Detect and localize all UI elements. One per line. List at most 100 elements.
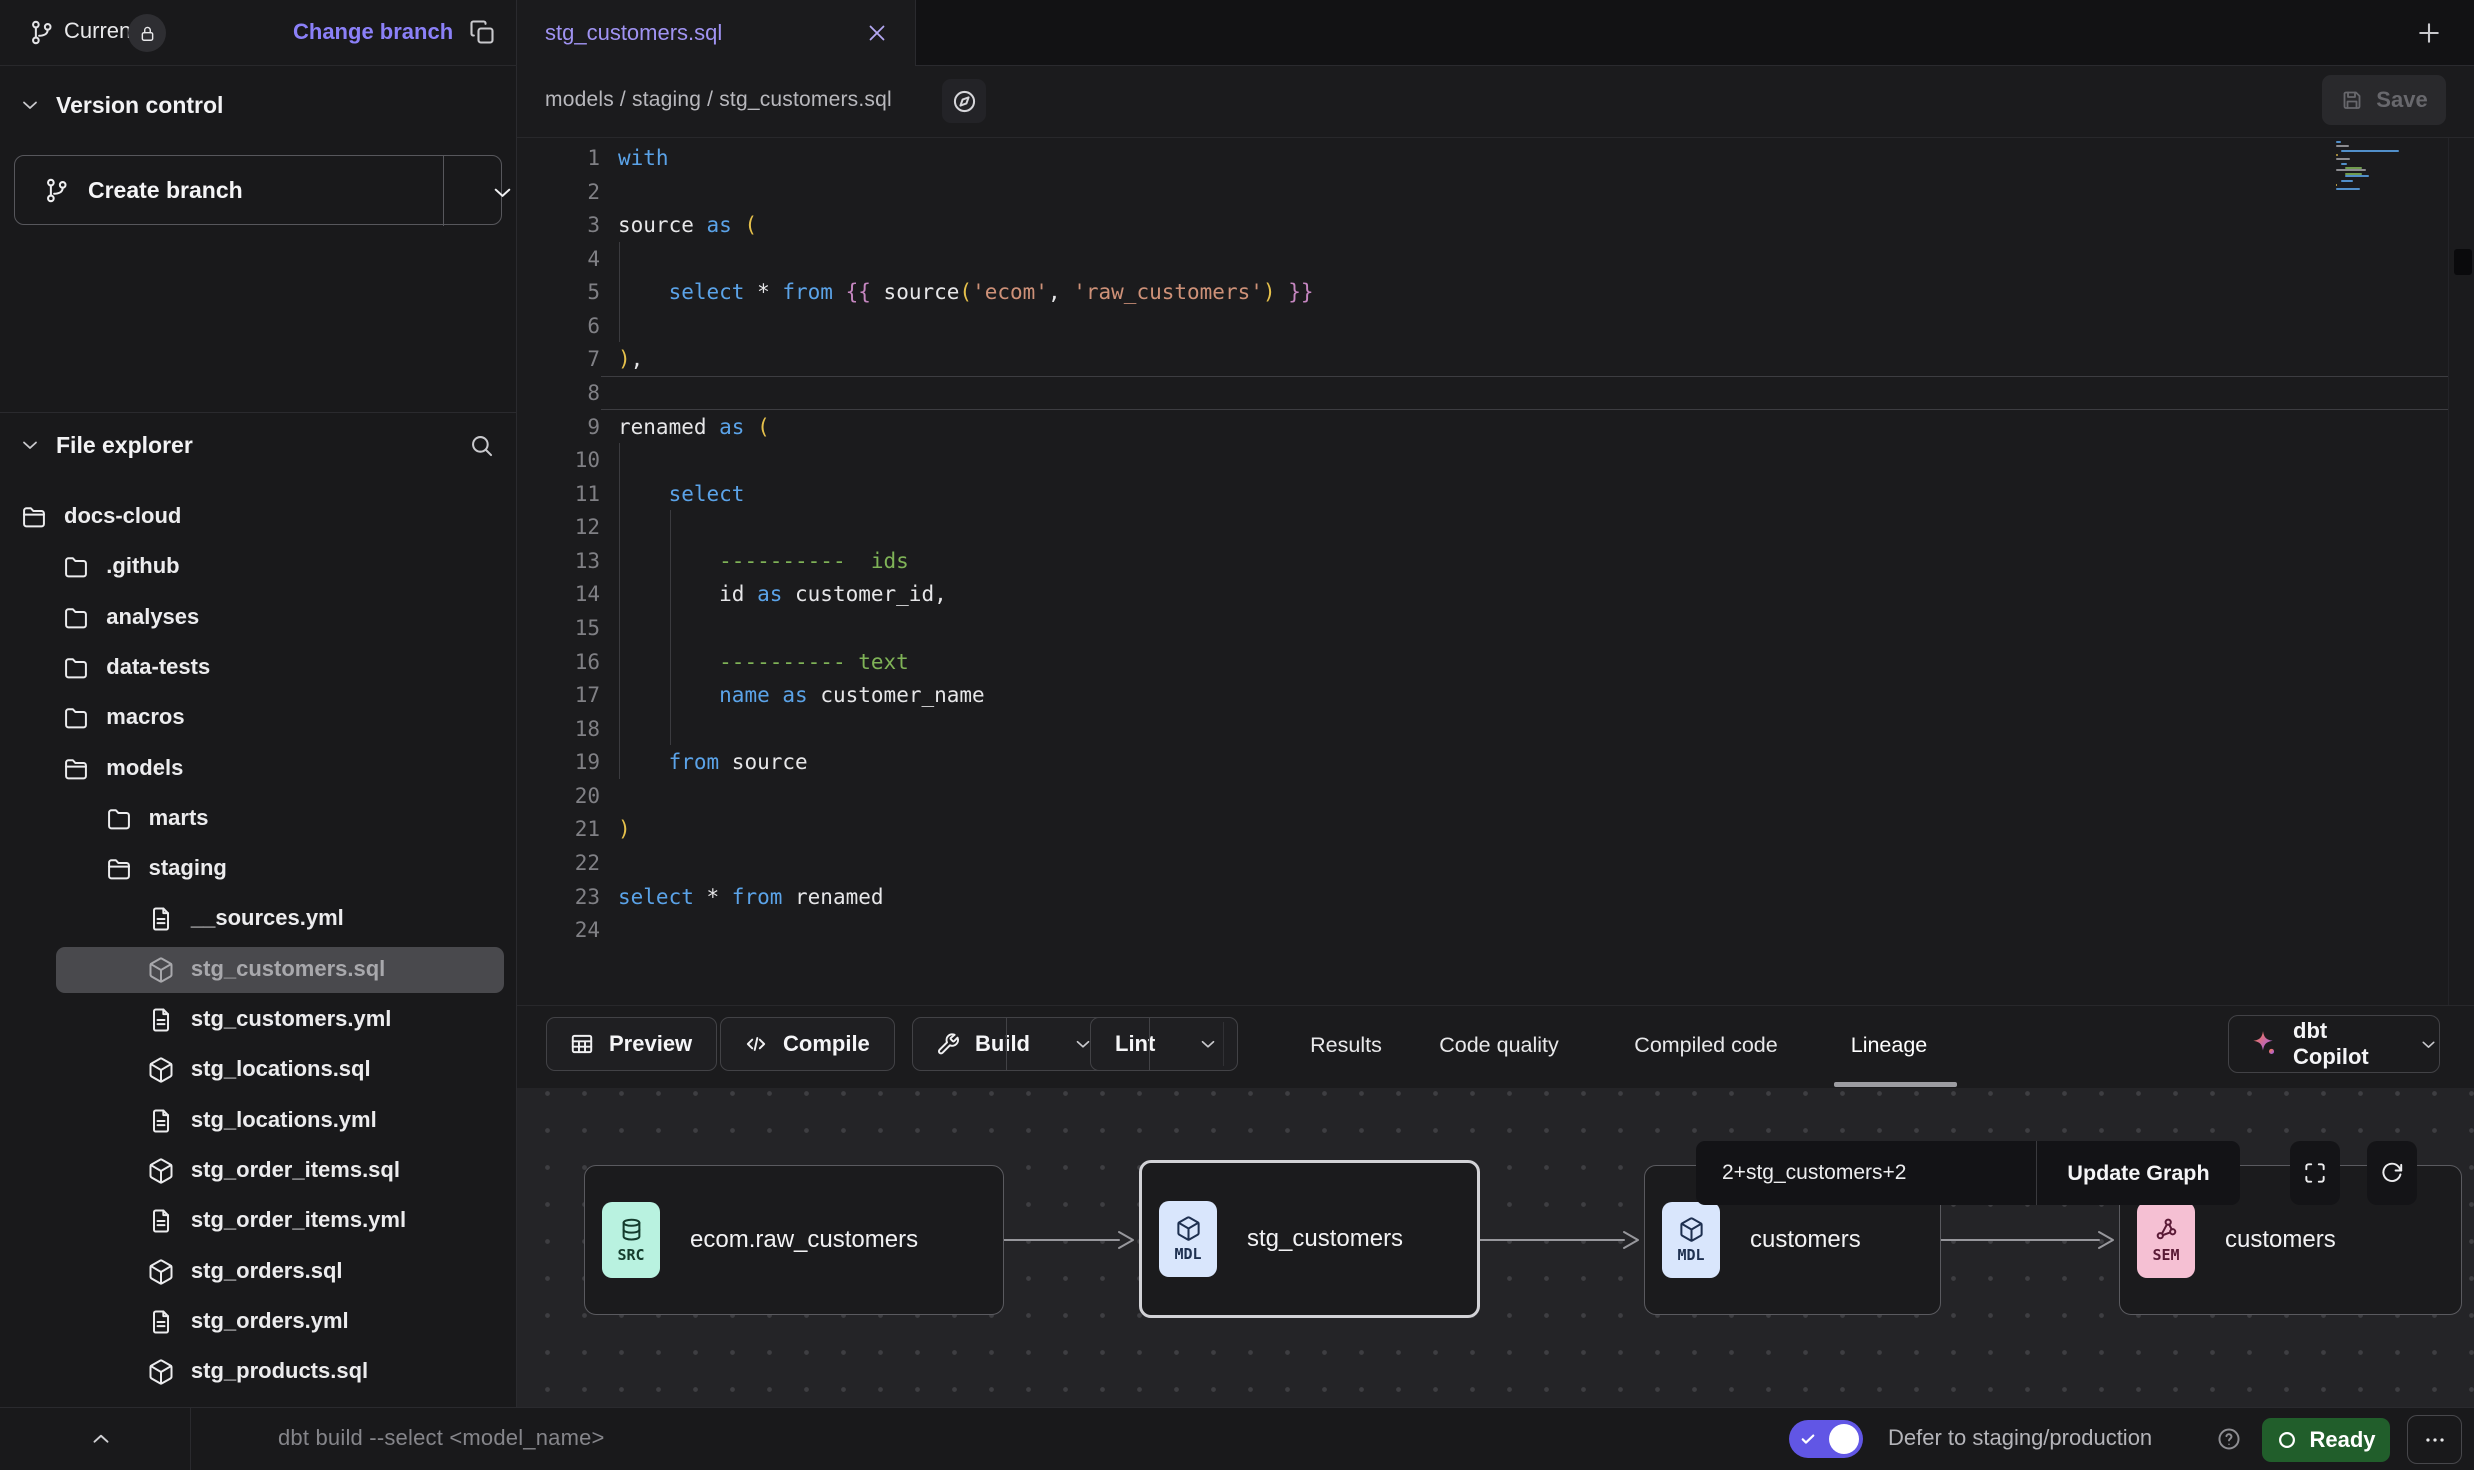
scrollbar-thumb[interactable] (2454, 249, 2472, 275)
ready-status-button[interactable]: Ready (2262, 1418, 2390, 1462)
search-icon[interactable] (468, 432, 495, 459)
version-control-header[interactable]: Version control (0, 88, 517, 122)
tree-item-macros[interactable]: macros (0, 693, 517, 743)
status-bar: dbt build --select <model_name> Defer to… (0, 1407, 2474, 1470)
file-explorer-header[interactable]: File explorer (0, 428, 517, 462)
tab-compiled-code[interactable]: Compiled code (1634, 1006, 1777, 1084)
folder-icon (62, 604, 90, 632)
line-number: 6 (517, 309, 600, 343)
code-editor[interactable]: 1with23source as (45 select * from {{ so… (517, 137, 2474, 1005)
tree-item-stg-customers-yml[interactable]: stg_customers.yml (0, 995, 517, 1045)
file-icon (147, 905, 175, 933)
indent-guide (619, 242, 620, 343)
cube-icon (1678, 1216, 1705, 1243)
branch-header: Current Change branch (0, 0, 517, 66)
tree-item-stg-customers-sql[interactable]: stg_customers.sql (0, 945, 517, 995)
folder-icon (105, 805, 133, 833)
tree-item-stg-order-items-yml[interactable]: stg_order_items.yml (0, 1196, 517, 1246)
change-branch-link[interactable]: Change branch (293, 19, 453, 45)
chevron-down-icon[interactable] (1197, 1033, 1219, 1055)
new-tab-plus-icon[interactable] (2415, 19, 2443, 47)
tree-item-stg-locations-yml[interactable]: stg_locations.yml (0, 1096, 517, 1146)
tree-item-data-tests[interactable]: data-tests (0, 643, 517, 693)
help-icon[interactable] (2216, 1426, 2242, 1452)
lineage-navigate-button[interactable] (942, 79, 986, 123)
tree-item-models[interactable]: models (0, 744, 517, 794)
tree-item-stg-orders-yml[interactable]: stg_orders.yml (0, 1297, 517, 1347)
tree-item-marts[interactable]: marts (0, 794, 517, 844)
lineage-selector-input[interactable]: 2+stg_customers+2 (1696, 1141, 2036, 1205)
tree-item-label: stg_orders.yml (191, 1308, 349, 1334)
tab-code-quality[interactable]: Code quality (1439, 1006, 1559, 1084)
fullscreen-button[interactable] (2290, 1141, 2340, 1205)
node-badge-sem: SEM (2137, 1202, 2195, 1278)
node-label: customers (2225, 1226, 2336, 1254)
defer-toggle[interactable] (1789, 1420, 1863, 1458)
code-line-11: select (618, 477, 744, 511)
tree-item-label: stg_locations.sql (191, 1056, 371, 1082)
tab-stg-customers-sql[interactable]: stg_customers.sql (517, 0, 916, 66)
tree-item-analyses[interactable]: analyses (0, 593, 517, 643)
cube-icon (147, 1358, 175, 1386)
preview-button[interactable]: Preview (546, 1017, 717, 1071)
tree-item--github[interactable]: .github (0, 542, 517, 592)
tree-item-label: stg_order_items.yml (191, 1207, 406, 1233)
compile-button[interactable]: Compile (720, 1017, 895, 1071)
line-number: 17 (517, 678, 600, 712)
line-number: 2 (517, 175, 600, 209)
sidebar-divider (0, 412, 517, 413)
folder-open-icon (20, 503, 48, 531)
tab-lineage[interactable]: Lineage (1851, 1006, 1928, 1084)
check-icon (1799, 1430, 1817, 1448)
toggle-knob (1829, 1424, 1859, 1454)
tree-item-label: marts (149, 805, 209, 831)
folder-icon (62, 654, 90, 682)
tab-results[interactable]: Results (1310, 1006, 1382, 1084)
tree-item--sources-yml[interactable]: __sources.yml (0, 894, 517, 944)
tree-item-stg-locations-sql[interactable]: stg_locations.sql (0, 1045, 517, 1095)
minimap[interactable] (2336, 141, 2448, 201)
tree-item-stg-orders-sql[interactable]: stg_orders.sql (0, 1247, 517, 1297)
close-icon[interactable] (865, 21, 889, 45)
line-number: 13 (517, 544, 600, 578)
dbt-copilot-button[interactable]: dbt Copilot (2228, 1015, 2440, 1073)
ready-label: Ready (2309, 1427, 2375, 1453)
copy-branch-icon[interactable] (468, 18, 496, 46)
tree-item-label: __sources.yml (191, 905, 344, 931)
folder-icon (62, 553, 90, 581)
node-badge-label: SRC (617, 1246, 644, 1264)
tree-item-stg-products-sql[interactable]: stg_products.sql (0, 1347, 517, 1397)
indent-guide (619, 443, 620, 779)
update-graph-button[interactable]: Update Graph (2037, 1141, 2240, 1205)
node-label: customers (1750, 1226, 1861, 1254)
line-number: 20 (517, 779, 600, 813)
line-number: 22 (517, 846, 600, 880)
defer-label: Defer to staging/production (1888, 1425, 2152, 1451)
tree-item-stg-order-items-sql[interactable]: stg_order_items.sql (0, 1146, 517, 1196)
create-branch-button[interactable]: Create branch (14, 155, 502, 225)
wrench-icon (935, 1031, 961, 1057)
lineage-controls: 2+stg_customers+2 Update Graph (1696, 1141, 2240, 1205)
code-line-13: ---------- ids (618, 544, 909, 578)
chevron-down-icon[interactable] (489, 179, 516, 206)
status-circle-icon (2276, 1429, 2298, 1451)
version-control-title: Version control (56, 92, 223, 119)
tree-item-label: stg_locations.yml (191, 1107, 377, 1133)
line-number: 18 (517, 712, 600, 746)
command-input[interactable]: dbt build --select <model_name> (278, 1425, 605, 1451)
file-tree: docs-cloud.githubanalysesdata-testsmacro… (0, 492, 517, 1407)
tree-item-staging[interactable]: staging (0, 844, 517, 894)
code-line-17: name as customer_name (618, 678, 985, 712)
more-menu-button[interactable] (2407, 1415, 2462, 1464)
lineage-node-ecom-raw-customers[interactable]: SRCecom.raw_customers (584, 1165, 1004, 1315)
chevron-up-icon[interactable] (88, 1426, 114, 1452)
tree-item-label: stg_customers.sql (191, 956, 385, 982)
save-button[interactable]: Save (2322, 75, 2446, 125)
active-tab-underline (1834, 1082, 1957, 1087)
refresh-button[interactable] (2367, 1141, 2417, 1205)
tree-item-docs-cloud[interactable]: docs-cloud (0, 492, 517, 542)
lint-button[interactable]: Lint (1090, 1017, 1238, 1071)
build-button[interactable]: Build (912, 1017, 1113, 1071)
lineage-node-stg-customers[interactable]: MDLstg_customers (1139, 1160, 1480, 1318)
copilot-label: dbt Copilot (2293, 1018, 2406, 1070)
